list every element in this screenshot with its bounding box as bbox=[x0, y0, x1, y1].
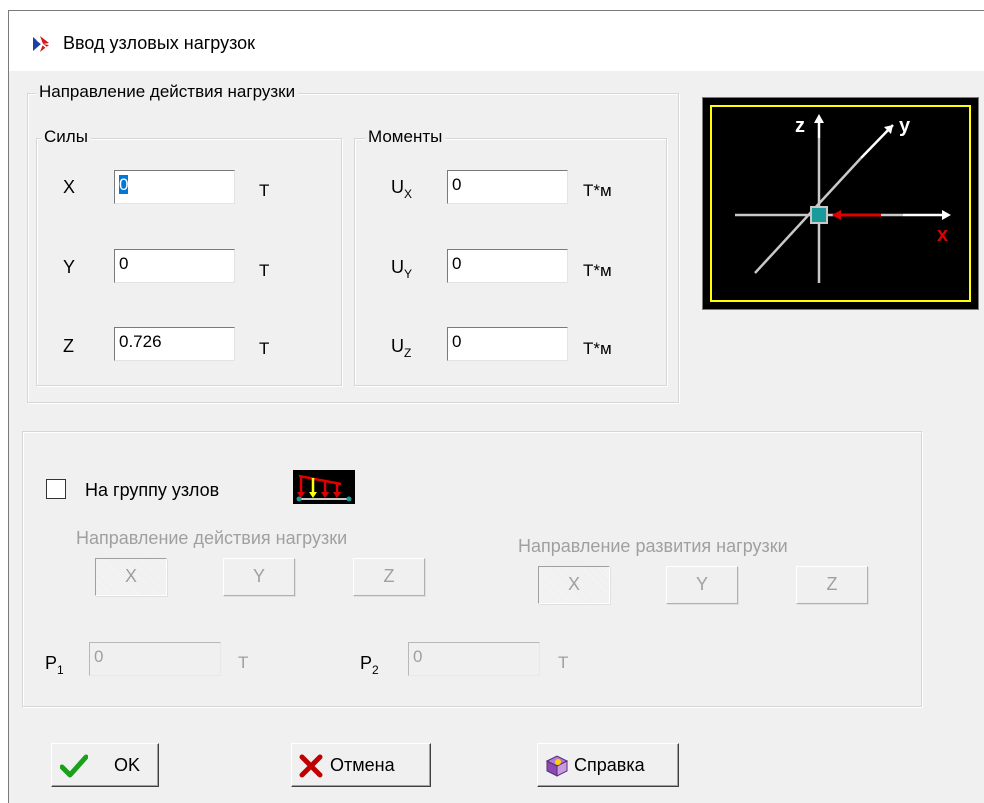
app-logo-icon bbox=[33, 36, 49, 52]
moment-uz-unit: Т*м bbox=[583, 339, 612, 358]
z-axis-label: z bbox=[795, 115, 805, 137]
p2-label: P2 bbox=[360, 653, 379, 677]
group-checkbox-label[interactable]: На группу узлов bbox=[85, 480, 219, 501]
z-arrow-head bbox=[814, 114, 824, 123]
direction-group-legend: Направление действия нагрузки bbox=[36, 82, 299, 102]
y-axis-label: y bbox=[899, 115, 911, 137]
help-book-icon bbox=[545, 755, 569, 777]
node-marker bbox=[810, 206, 828, 224]
moment-uy-label: UY bbox=[391, 257, 413, 281]
force-x-input[interactable]: 0 bbox=[114, 170, 235, 204]
moment-uy-unit: Т*м bbox=[583, 261, 612, 280]
spread-dir-z-button[interactable]: Z bbox=[796, 566, 868, 604]
moment-ux-label: UX bbox=[391, 177, 413, 201]
moment-ux-input[interactable]: 0 bbox=[447, 170, 568, 204]
load-dir-y-button[interactable]: Y bbox=[223, 558, 295, 596]
direction-group: Направление действия нагрузки Силы X 0 Т… bbox=[27, 82, 679, 403]
p2-unit: Т bbox=[558, 653, 569, 672]
title-bar: Ввод узловых нагрузок bbox=[9, 11, 984, 71]
spread-dir-y-button[interactable]: Y bbox=[666, 566, 738, 604]
checkmark-icon bbox=[60, 754, 88, 778]
ok-button[interactable]: OK bbox=[51, 743, 159, 787]
spread-direction-title: Направление развития нагрузки bbox=[518, 536, 788, 556]
spread-dir-x-button[interactable]: X bbox=[538, 566, 610, 604]
cancel-label: Отмена bbox=[330, 755, 395, 775]
load-arrow-head bbox=[832, 210, 841, 220]
help-button[interactable]: Справка bbox=[537, 743, 679, 787]
x-arrow-head bbox=[942, 210, 951, 220]
load-dir-x-button[interactable]: X bbox=[95, 558, 167, 596]
load-distribution-icon[interactable] bbox=[293, 470, 355, 504]
p2-input[interactable]: 0 bbox=[408, 642, 540, 676]
p1-unit: Т bbox=[238, 653, 249, 672]
p1-label: P1 bbox=[45, 653, 64, 677]
moment-uy-input[interactable]: 0 bbox=[447, 249, 568, 283]
moment-uz-label: UZ bbox=[391, 336, 412, 360]
moment-uz-input[interactable]: 0 bbox=[447, 327, 568, 361]
load-direction-title: Направление действия нагрузки bbox=[76, 528, 348, 548]
close-icon bbox=[299, 754, 323, 778]
load-dir-z-button[interactable]: Z bbox=[353, 558, 425, 596]
axes-diagram: z y x bbox=[710, 105, 971, 302]
dialog-window: Ввод узловых нагрузок Направление действ… bbox=[8, 10, 984, 803]
help-label: Справка bbox=[574, 755, 645, 775]
moments-group: Моменты UX 0 Т*м UY 0 Т*м UZ 0 Т*м bbox=[354, 127, 667, 386]
force-z-input[interactable]: 0.726 bbox=[114, 327, 235, 361]
moments-legend: Моменты bbox=[365, 127, 446, 147]
force-x-label: X bbox=[63, 177, 76, 197]
x-axis-label: x bbox=[937, 224, 948, 246]
window-title: Ввод узловых нагрузок bbox=[63, 33, 256, 53]
moment-ux-unit: Т*м bbox=[583, 181, 612, 200]
preview-frame bbox=[710, 105, 971, 302]
group-checkbox[interactable] bbox=[46, 479, 66, 499]
force-x-unit: Т bbox=[259, 181, 270, 200]
ok-label: OK bbox=[114, 755, 141, 775]
force-z-unit: Т bbox=[259, 339, 270, 358]
axes-preview: z y x bbox=[702, 97, 979, 310]
cancel-button[interactable]: Отмена bbox=[291, 743, 431, 787]
force-z-label: Z bbox=[63, 336, 74, 356]
force-y-input[interactable]: 0 bbox=[114, 249, 235, 283]
forces-legend: Силы bbox=[41, 127, 91, 147]
forces-group: Силы X 0 Т Y 0 Т Z 0.726 Т bbox=[36, 127, 342, 386]
p1-input[interactable]: 0 bbox=[89, 642, 221, 676]
force-y-label: Y bbox=[63, 257, 76, 277]
force-y-unit: Т bbox=[259, 261, 270, 280]
